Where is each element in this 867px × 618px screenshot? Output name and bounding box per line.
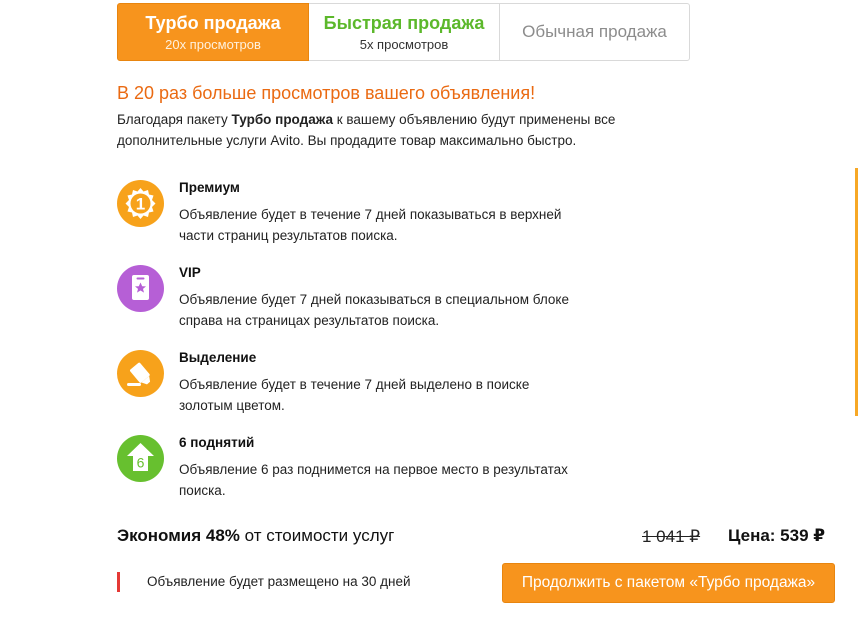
tab-normal-sale[interactable]: Обычная продажа <box>499 3 690 61</box>
description-prefix: Благодаря пакету <box>117 112 232 127</box>
side-accent-line <box>855 168 858 416</box>
feature-vip: VIP Объявление будет 7 дней показываться… <box>117 265 597 345</box>
vip-star-card-icon <box>117 265 164 312</box>
tab-turbo-sale[interactable]: Турбо продажа 20х просмотров <box>117 3 309 61</box>
continue-turbo-button[interactable]: Продолжить с пакетом «Турбо продажа» <box>502 563 835 603</box>
tab-fast-subtitle: 5х просмотров <box>359 36 449 52</box>
tab-normal-title: Обычная продажа <box>522 22 667 41</box>
feature-highlight: Выделение Объявление будет в течение 7 д… <box>117 350 597 430</box>
feature-raise-title: 6 поднятий <box>179 435 255 450</box>
highlight-marker-icon <box>117 350 164 397</box>
tab-turbo-title: Турбо продажа <box>145 12 281 33</box>
raise-arrow-icon: 6 <box>117 435 164 482</box>
note-marker <box>117 572 120 592</box>
feature-premium-text: Объявление будет в течение 7 дней показы… <box>179 207 562 243</box>
placement-duration-note: Объявление будет размещено на 30 дней <box>147 574 411 589</box>
tab-fast-title: Быстрая продажа <box>323 12 485 33</box>
feature-raise-text: Объявление 6 раз поднимется на первое ме… <box>179 462 568 498</box>
tab-fast-sale[interactable]: Быстрая продажа 5х просмотров <box>309 3 499 61</box>
premium-icon-number: 1 <box>136 195 145 214</box>
package-description: Благодаря пакету Турбо продажа к вашему … <box>117 109 677 151</box>
feature-vip-title: VIP <box>179 265 201 280</box>
savings-rest: от стоимости услуг <box>239 526 395 545</box>
feature-vip-text: Объявление будет 7 дней показываться в с… <box>179 292 569 328</box>
savings-summary: Экономия 48% от стоимости услуг <box>117 526 394 546</box>
feature-premium: 1 Премиум Объявление будет в течение 7 д… <box>117 180 597 260</box>
feature-highlight-title: Выделение <box>179 350 257 365</box>
savings-percent: Экономия 48% <box>117 526 240 545</box>
package-tabs: Турбо продажа 20х просмотров Быстрая про… <box>117 3 690 61</box>
package-headline: В 20 раз больше просмотров вашего объявл… <box>117 83 536 103</box>
package-price: Цена: 539 ₽ <box>728 526 826 545</box>
premium-badge-icon: 1 <box>117 180 164 227</box>
raise-icon-number: 6 <box>137 455 145 471</box>
description-package-name: Турбо продажа <box>231 112 333 127</box>
feature-raise: 6 6 поднятий Объявление 6 раз поднимется… <box>117 435 597 515</box>
tab-turbo-subtitle: 20х просмотров <box>165 36 261 52</box>
old-price: 1 041 ₽ <box>642 527 701 546</box>
feature-premium-title: Премиум <box>179 180 240 195</box>
feature-highlight-text: Объявление будет в течение 7 дней выделе… <box>179 377 530 413</box>
